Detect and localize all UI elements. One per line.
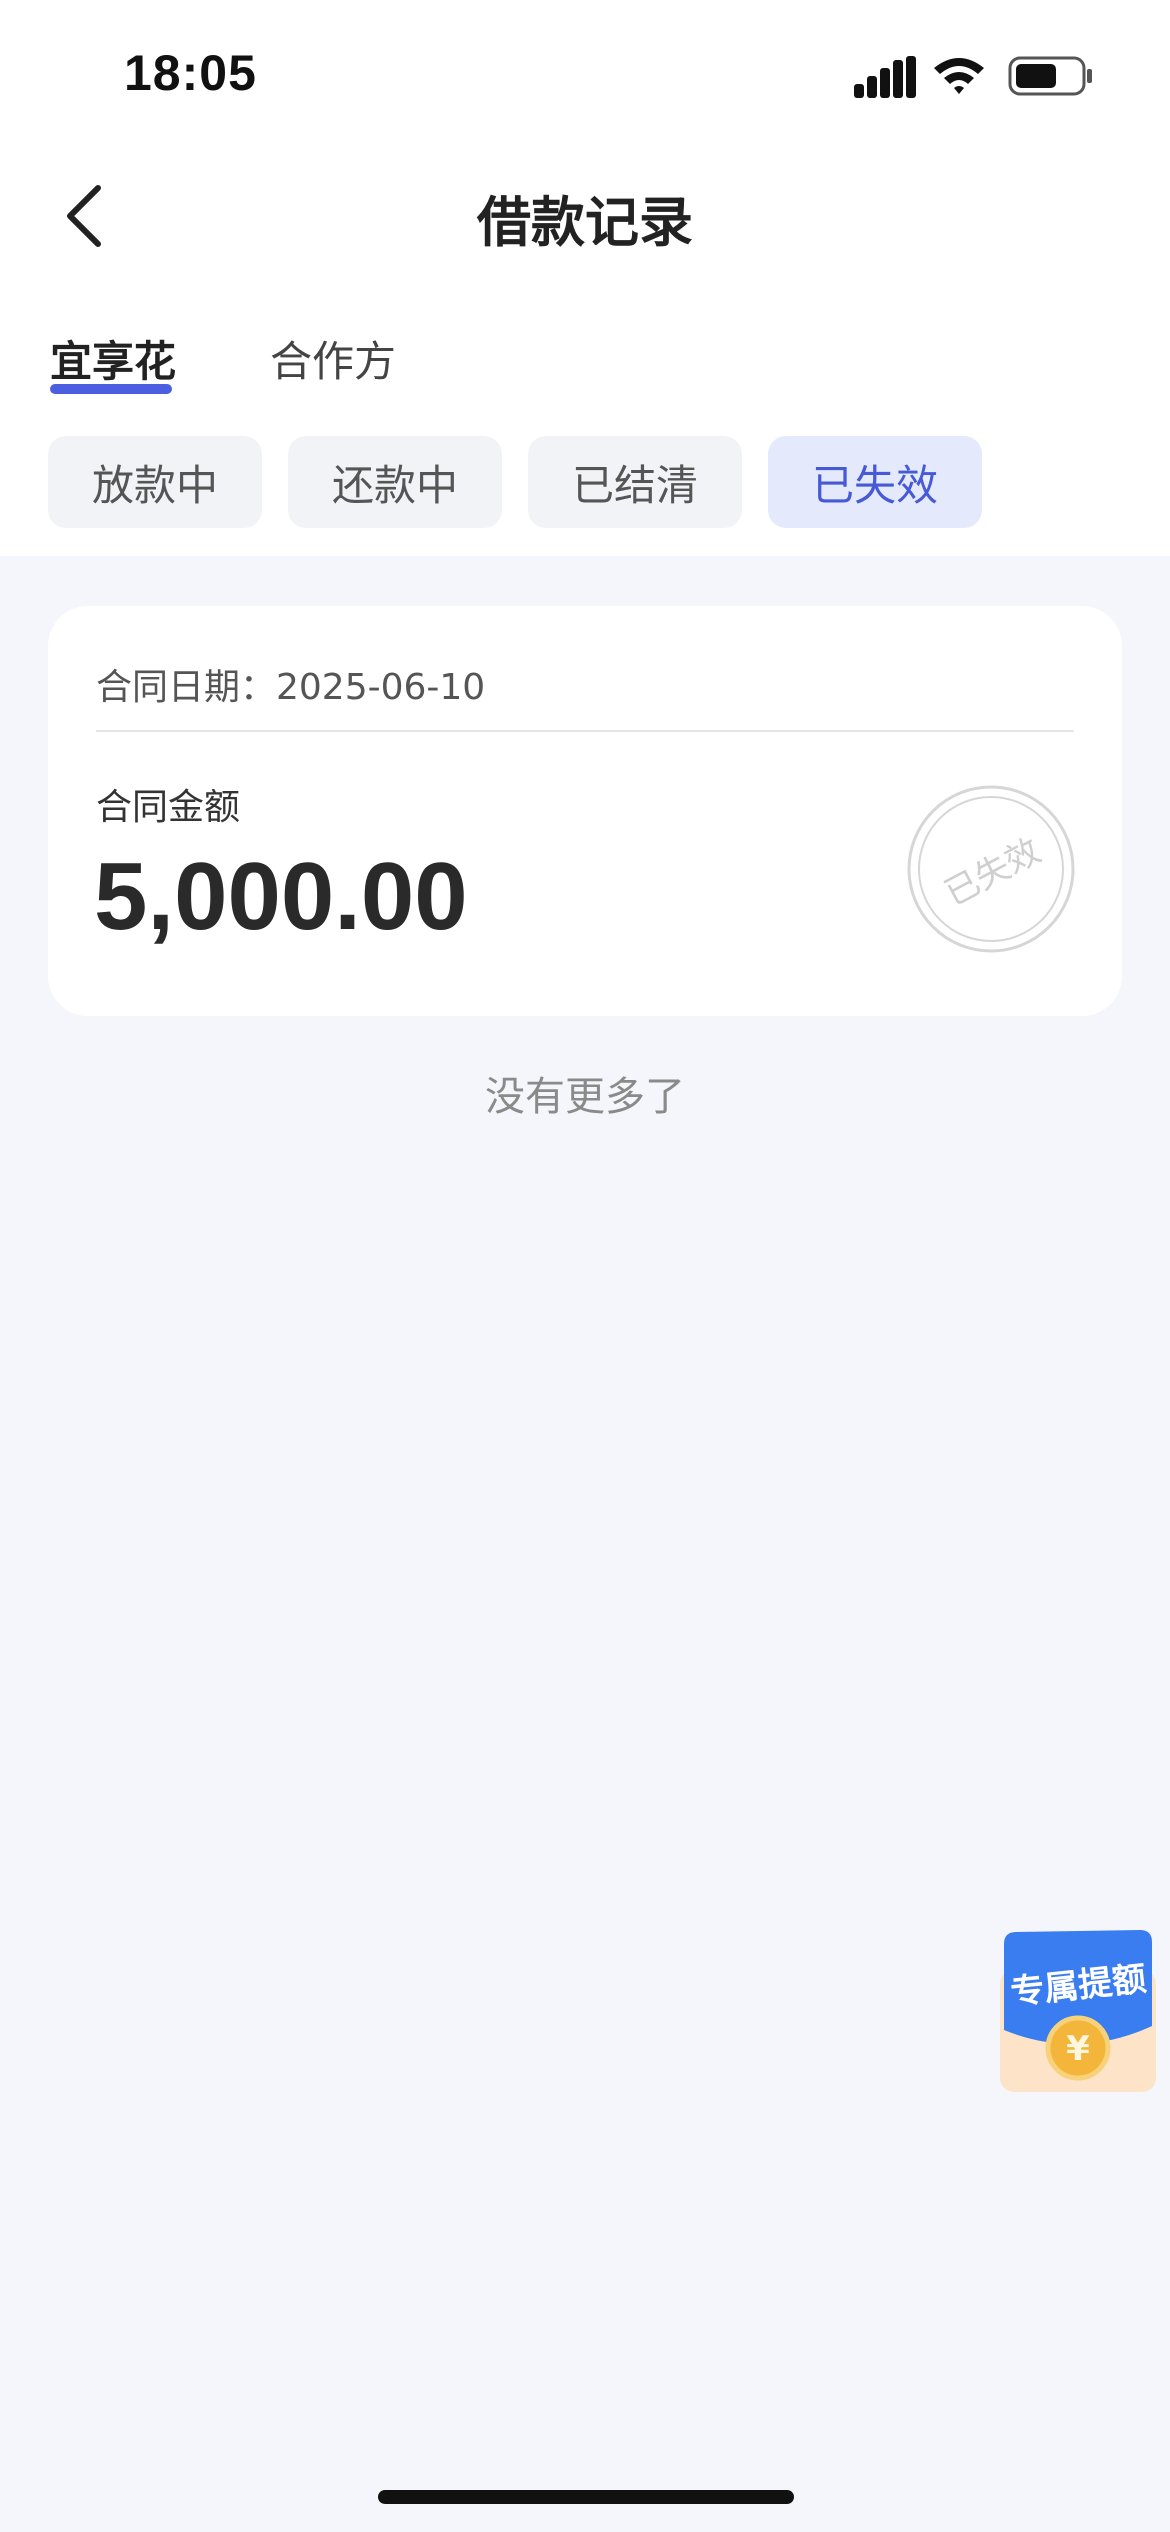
promo-limit-boost-button[interactable]: ¥ 专属提额 bbox=[1000, 1930, 1156, 2092]
contract-amount-label: 合同金额 bbox=[96, 787, 241, 828]
filter-settled[interactable]: 已结清 bbox=[528, 436, 742, 528]
card-divider bbox=[96, 730, 1074, 732]
filter-repaying[interactable]: 还款中 bbox=[288, 436, 502, 528]
home-indicator bbox=[378, 2490, 794, 2504]
battery-icon bbox=[1008, 56, 1092, 96]
svg-text:¥: ¥ bbox=[1066, 2029, 1090, 2069]
list-end-text: 没有更多了 bbox=[485, 1074, 685, 1120]
contract-amount-value: 5,000.00 bbox=[94, 843, 468, 950]
active-tab-indicator bbox=[50, 384, 172, 394]
filter-expired[interactable]: 已失效 bbox=[768, 436, 982, 528]
filter-disbursing[interactable]: 放款中 bbox=[48, 436, 262, 528]
tab-yixianghua[interactable]: 宜享花 bbox=[50, 328, 176, 389]
tab-partner[interactable]: 合作方 bbox=[270, 328, 396, 389]
expired-stamp: 已失效 bbox=[906, 784, 1076, 954]
page-title: 借款记录 bbox=[477, 191, 693, 254]
contract-date: 合同日期：2025-06-10 bbox=[96, 667, 486, 708]
cellular-signal-icon bbox=[854, 56, 916, 98]
status-time: 18:05 bbox=[124, 45, 257, 101]
loan-record-card[interactable]: 合同日期：2025-06-10 合同金额 5,000.00 已失效 bbox=[48, 606, 1122, 1016]
wifi-icon bbox=[934, 58, 984, 94]
